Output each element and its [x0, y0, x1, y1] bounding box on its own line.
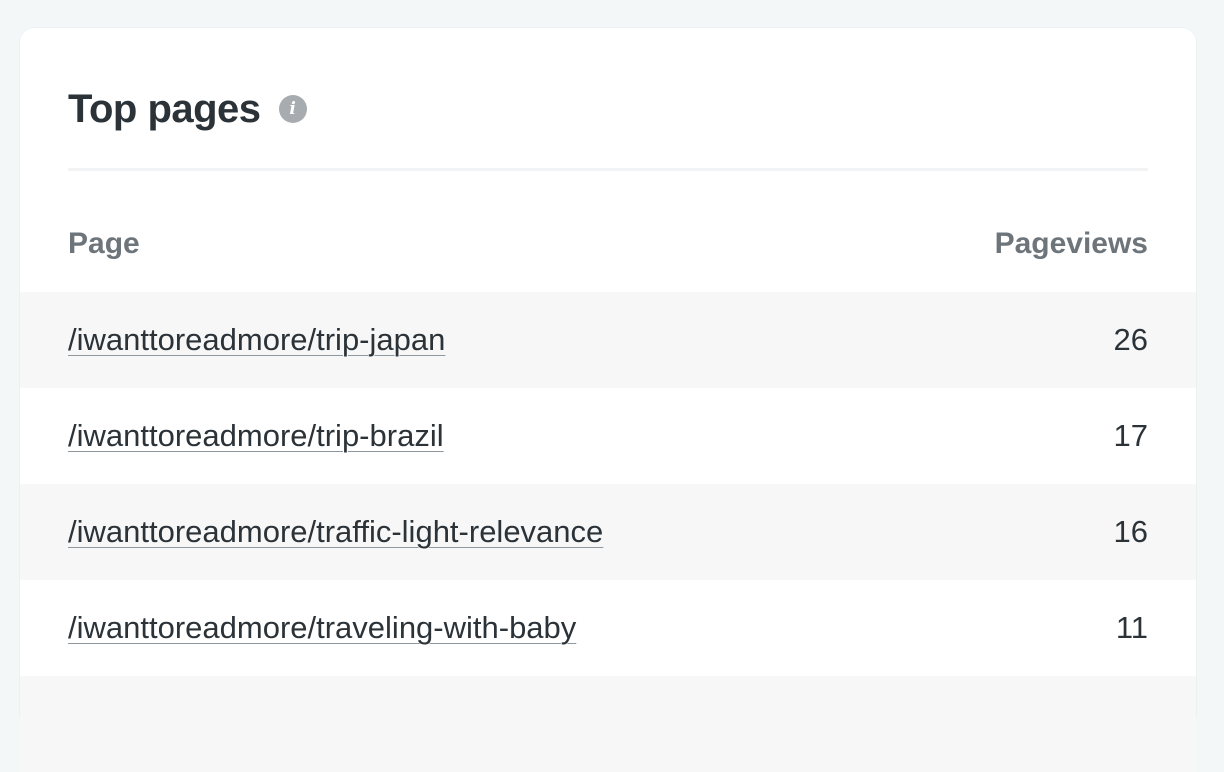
column-header-page: Page — [68, 227, 140, 260]
card-header: Top pages i — [68, 84, 307, 134]
column-header-pageviews: Pageviews — [994, 227, 1148, 260]
table-row: /iwanttoreadmore/trip-brazil 17 — [20, 388, 1196, 484]
info-icon[interactable]: i — [278, 95, 307, 123]
card-title: Top pages — [68, 87, 261, 131]
page-link[interactable]: /iwanttoreadmore/trip-brazil — [68, 388, 444, 484]
page-link[interactable]: /iwanttoreadmore/trip-japan — [68, 292, 445, 388]
pageviews-count: 11 — [1115, 610, 1148, 645]
table-row — [20, 676, 1196, 772]
page-link[interactable]: /iwanttoreadmore/traveling-with-baby — [68, 580, 576, 676]
pages-table-body: /iwanttoreadmore/trip-japan 26 /iwanttor… — [20, 292, 1196, 772]
header-divider — [68, 168, 1148, 171]
pageviews-count: 16 — [1113, 514, 1148, 549]
page-link[interactable]: /iwanttoreadmore/traffic-light-relevance — [68, 484, 603, 580]
pageviews-count: 17 — [1113, 418, 1148, 453]
table-row: /iwanttoreadmore/traveling-with-baby 11 — [20, 580, 1196, 676]
table-row: /iwanttoreadmore/trip-japan 26 — [20, 292, 1196, 388]
pageviews-count: 26 — [1113, 322, 1148, 357]
top-pages-card: Top pages i Page Pageviews /iwanttoreadm… — [20, 28, 1196, 772]
table-row: /iwanttoreadmore/traffic-light-relevance… — [20, 484, 1196, 580]
